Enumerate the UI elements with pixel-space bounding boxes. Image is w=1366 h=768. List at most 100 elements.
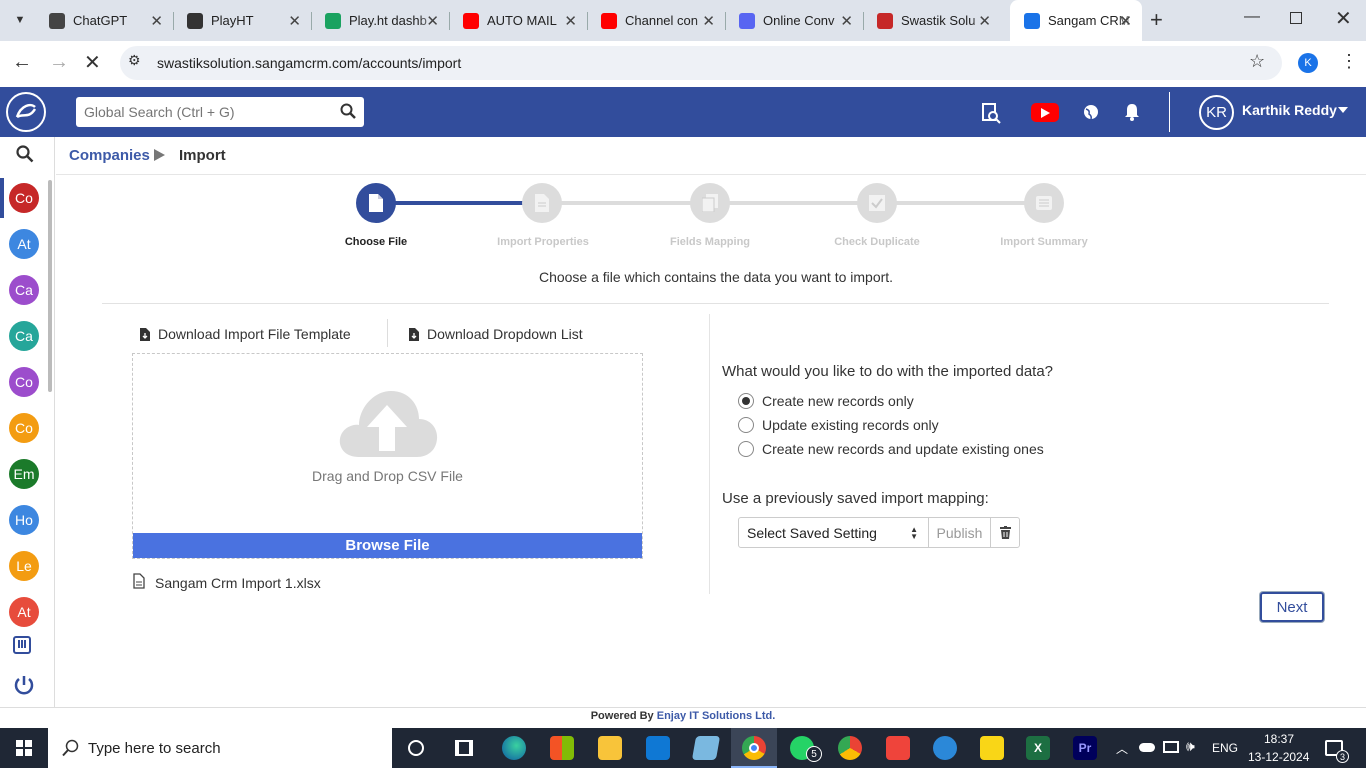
youtube-icon[interactable] [1031, 103, 1059, 122]
browser-tab[interactable]: PlayHT ✕ [173, 0, 311, 41]
sidebar-module-avatar[interactable]: Ca [9, 321, 39, 351]
store-icon[interactable] [550, 736, 574, 760]
minimize-button[interactable]: — [1244, 8, 1260, 26]
sidebar-module-avatar[interactable]: Co [9, 413, 39, 443]
sidebar-module-avatar[interactable]: Co [9, 367, 39, 397]
app-logo[interactable] [6, 92, 46, 132]
taskbar-search-box[interactable]: Type here to search [48, 728, 392, 768]
volume-icon[interactable]: 🕪 [1186, 738, 1195, 755]
chrome-profile-icon[interactable] [838, 736, 862, 760]
browser-tab[interactable]: Play.ht dashb ✕ [311, 0, 449, 41]
chrome-icon[interactable] [742, 736, 766, 760]
clock-time[interactable]: 18:37 [1264, 732, 1294, 746]
user-menu-chevron-icon[interactable] [1338, 107, 1348, 113]
browser-tab[interactable]: Sangam CRM ✕ [1010, 0, 1142, 41]
file-explorer-icon[interactable] [598, 736, 622, 760]
language-indicator[interactable]: ENG [1212, 741, 1238, 755]
notification-bell-icon[interactable] [1124, 103, 1140, 126]
clock-date[interactable]: 13-12-2024 [1248, 750, 1309, 764]
tab-close-icon[interactable]: ✕ [702, 12, 715, 30]
premiere-icon[interactable]: Pr [1073, 736, 1097, 760]
step-label: Choose File [344, 236, 408, 248]
browse-file-button[interactable]: Browse File [133, 533, 642, 558]
search-icon[interactable] [340, 103, 356, 124]
sidebar-module-avatar[interactable]: Le [9, 551, 39, 581]
breadcrumb-arrow-icon [154, 149, 165, 161]
tab-close-icon[interactable]: ✕ [426, 12, 439, 30]
notification-count: 3 [1336, 750, 1349, 763]
tab-favicon-icon [325, 12, 341, 29]
radio-update-existing[interactable]: Update existing records only [738, 417, 939, 433]
browser-tab[interactable]: AUTO MAIL ✕ [449, 0, 587, 41]
task-view-icon[interactable] [455, 740, 473, 756]
remote-desktop-icon[interactable] [933, 736, 957, 760]
publish-button[interactable]: Publish [928, 517, 991, 548]
radio-button[interactable] [738, 441, 754, 457]
tray-chevron-icon[interactable]: ︿ [1116, 740, 1128, 757]
logout-power-icon[interactable] [13, 674, 35, 701]
user-name[interactable]: Karthik Reddy [1242, 102, 1337, 118]
profile-avatar[interactable]: K [1298, 53, 1318, 73]
saved-setting-select[interactable]: Select Saved Setting ▲ ▼ [738, 517, 929, 548]
site-info-icon[interactable]: ⚙ [128, 52, 141, 69]
tab-close-icon[interactable]: ✕ [288, 12, 301, 30]
breadcrumb-companies-link[interactable]: Companies [69, 147, 150, 164]
next-button[interactable]: Next [1260, 592, 1324, 622]
browser-tab[interactable]: Swastik Solu ✕ [863, 0, 1001, 41]
sidebar-scrollbar[interactable] [48, 180, 52, 392]
radio-label: Create new records only [762, 393, 914, 409]
download-template-link[interactable]: Download Import File Template [140, 326, 351, 342]
stop-loading-button[interactable]: ✕ [84, 50, 101, 75]
url-text: swastiksolution.sangamcrm.com/accounts/i… [157, 55, 462, 71]
radio-button[interactable] [738, 417, 754, 433]
edge-icon[interactable] [502, 736, 526, 760]
anydesk-icon[interactable] [886, 736, 910, 760]
document-search-icon[interactable] [980, 102, 1002, 129]
header-divider [1169, 92, 1170, 132]
mail-icon[interactable] [646, 736, 670, 760]
sidebar-module-avatar[interactable]: Co [9, 183, 39, 213]
tab-close-icon[interactable]: ✕ [1119, 12, 1132, 30]
close-window-button[interactable]: ✕ [1335, 6, 1352, 31]
tab-close-icon[interactable]: ✕ [564, 12, 577, 30]
back-button[interactable]: ← [12, 51, 32, 74]
browser-menu-icon[interactable]: ⋮ [1340, 51, 1358, 72]
user-avatar[interactable]: KR [1199, 95, 1234, 130]
download-dropdown-link[interactable]: Download Dropdown List [409, 326, 583, 342]
network-icon[interactable] [1163, 741, 1179, 753]
notepad-icon[interactable] [691, 736, 721, 760]
sticky-notes-icon[interactable] [980, 736, 1004, 760]
browser-tab[interactable]: Online Conv ✕ [725, 0, 863, 41]
sidebar-module-avatar[interactable]: At [9, 229, 39, 259]
new-tab-button[interactable]: + [1150, 7, 1163, 33]
sidebar-module-avatar[interactable]: At [9, 597, 39, 627]
radio-button[interactable] [738, 393, 754, 409]
delete-mapping-button[interactable] [990, 517, 1020, 548]
restore-button[interactable] [1290, 12, 1302, 24]
tab-favicon-icon [49, 12, 65, 29]
intercom-icon[interactable] [13, 636, 31, 654]
globe-icon[interactable] [1083, 104, 1099, 125]
tab-close-icon[interactable]: ✕ [978, 12, 991, 30]
radio-create-and-update[interactable]: Create new records and update existing o… [738, 441, 1044, 457]
cortana-icon[interactable] [408, 740, 424, 756]
browser-tab[interactable]: ChatGPT ✕ [35, 0, 173, 41]
global-search-input[interactable] [76, 97, 364, 127]
bookmark-star-icon[interactable]: ☆ [1249, 51, 1265, 72]
browser-tab[interactable]: Channel con ✕ [587, 0, 725, 41]
onedrive-icon[interactable] [1139, 743, 1155, 752]
sidebar-module-avatar[interactable]: Em [9, 459, 39, 489]
tab-close-icon[interactable]: ✕ [150, 12, 163, 30]
sidebar-module-avatar[interactable]: Ho [9, 505, 39, 535]
radio-create-new[interactable]: Create new records only [738, 393, 914, 409]
step-fields-mapping-icon [690, 183, 730, 223]
forward-button[interactable]: → [49, 51, 69, 74]
windows-start-icon[interactable] [16, 740, 32, 756]
footer-company-link[interactable]: Enjay IT Solutions Ltd. [657, 710, 776, 722]
sidebar-search-icon[interactable] [16, 145, 34, 168]
tab-close-icon[interactable]: ✕ [840, 12, 853, 30]
taskbar-search-placeholder: Type here to search [88, 739, 221, 757]
sidebar-active-indicator [0, 178, 4, 218]
tab-search-button[interactable]: ▼ [10, 10, 30, 30]
excel-icon[interactable]: X [1026, 736, 1050, 760]
